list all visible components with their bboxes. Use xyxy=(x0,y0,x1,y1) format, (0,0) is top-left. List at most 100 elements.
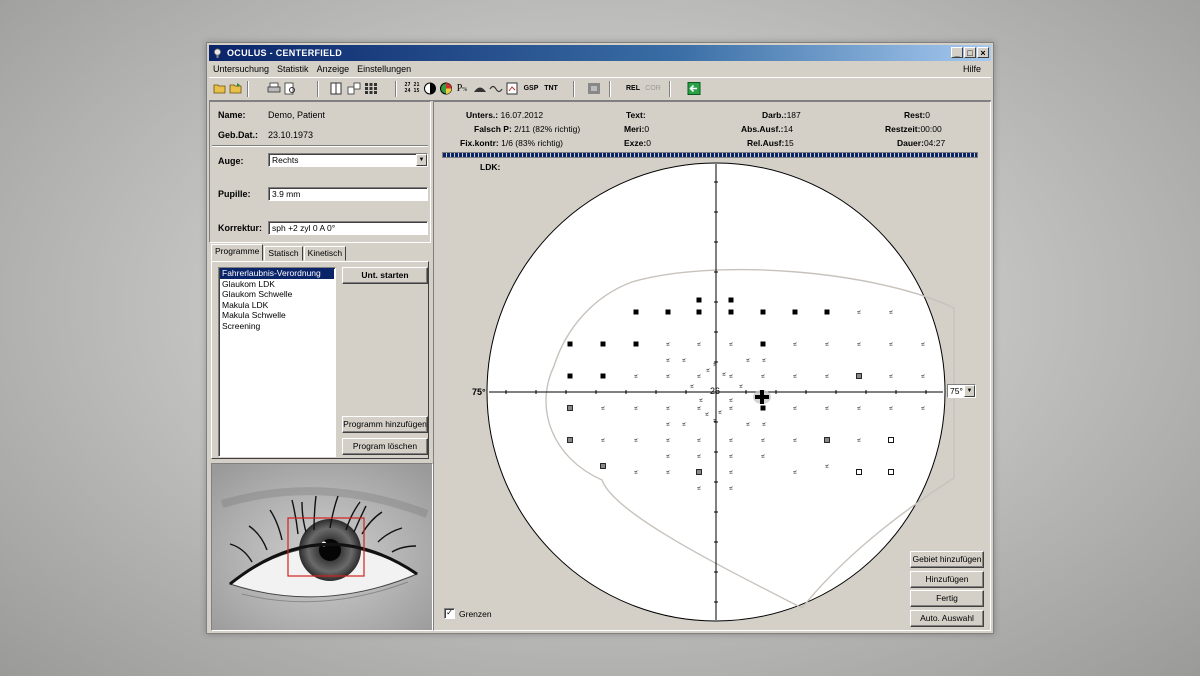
probability-icon[interactable]: P% xyxy=(455,82,469,95)
print-preview-icon[interactable] xyxy=(283,82,297,95)
toolbar-separator xyxy=(573,81,575,97)
grenzen-checkbox[interactable]: ✓ xyxy=(444,608,455,619)
gsp-icon[interactable]: GSP xyxy=(522,82,540,95)
minimize-button[interactable]: _ xyxy=(951,47,963,58)
range-select[interactable]: 75° ▼ xyxy=(947,384,976,398)
absolute-defect-marker xyxy=(760,309,766,315)
grenzen-label: Grenzen xyxy=(459,608,492,619)
absolute-defect-marker xyxy=(633,309,639,315)
list-item[interactable]: Makula LDK xyxy=(220,300,334,311)
cor-icon[interactable]: COR xyxy=(645,82,661,95)
tab-kinetisch[interactable]: Kinetisch xyxy=(303,246,347,261)
add-button[interactable]: Hinzufügen xyxy=(910,571,984,588)
menu-untersuchung[interactable]: Untersuchung xyxy=(213,64,269,74)
text-label: Text: xyxy=(626,110,646,120)
add-area-button[interactable]: Gebiet hinzufügen xyxy=(910,551,984,568)
correction-field[interactable]: sph +2 zyl 0 A 0° xyxy=(268,221,428,235)
fix-label: Fix.kontr: xyxy=(460,138,499,148)
relative-defect-marker xyxy=(824,437,830,443)
program-tabs: Programme Statisch Kinetisch xyxy=(211,244,347,261)
rel-icon[interactable]: REL xyxy=(625,82,641,95)
chevron-down-icon[interactable]: ▼ xyxy=(964,385,975,397)
title-bar[interactable]: OCULUS - CENTERFIELD _ □ × xyxy=(209,45,991,61)
abs-value: 14 xyxy=(783,124,793,134)
absolute-defect-marker xyxy=(665,309,671,315)
abs-label: Abs.Ausf.: xyxy=(741,124,784,134)
exze-label: Exze: xyxy=(624,138,647,148)
absolute-defect-marker xyxy=(696,309,702,315)
program-list[interactable]: Fahrerlaubnis-Verordnung Glaukom LDK Gla… xyxy=(218,267,336,457)
tab-statisch[interactable]: Statisch xyxy=(264,246,303,261)
eye-select[interactable]: Rechts ▼ xyxy=(268,153,428,167)
save-folder-icon[interactable] xyxy=(229,82,243,95)
open-folder-icon[interactable] xyxy=(213,82,227,95)
close-button[interactable]: × xyxy=(977,47,989,58)
eye-label: Auge: xyxy=(218,156,244,166)
tab-programme[interactable]: Programme xyxy=(211,244,264,261)
done-button[interactable]: Fertig xyxy=(910,590,984,607)
grid-view-icon[interactable] xyxy=(364,82,378,95)
dob-label: Geb.Dat.: xyxy=(218,130,259,140)
hill-icon[interactable] xyxy=(473,82,487,95)
grenzen-checkbox-row[interactable]: ✓ Grenzen xyxy=(444,608,492,619)
multi-view-icon[interactable] xyxy=(347,82,361,95)
eye-camera-view xyxy=(211,463,433,631)
unters-label: Unters.: xyxy=(466,110,499,120)
toolbar-separator xyxy=(609,81,611,97)
app-window: OCULUS - CENTERFIELD _ □ × Untersuchung S… xyxy=(206,42,994,634)
exam-stats: Unters.: 16.07.2012 Falsch P: 2/11 (82% … xyxy=(434,106,990,148)
report-icon[interactable] xyxy=(505,82,519,95)
absolute-defect-marker xyxy=(792,309,798,315)
toolbar-separator xyxy=(317,81,319,97)
stack-icon[interactable] xyxy=(587,82,601,95)
toolbar-separator xyxy=(395,81,397,97)
darb-value: 187 xyxy=(786,110,801,120)
toolbar-separator xyxy=(669,81,671,97)
list-item[interactable]: Glaukom Schwelle xyxy=(220,289,334,300)
list-item[interactable]: Fahrerlaubnis-Verordnung xyxy=(220,268,334,279)
start-exam-button[interactable]: Unt. starten xyxy=(342,267,428,284)
menu-einstellungen[interactable]: Einstellungen xyxy=(357,64,411,74)
rest-label: Rest: xyxy=(904,110,926,120)
falsch-value: 2/11 (82% richtig) xyxy=(514,124,581,134)
dauer-label: Dauer: xyxy=(897,138,924,148)
menu-anzeige[interactable]: Anzeige xyxy=(317,64,350,74)
pupil-field[interactable]: 3.9 mm xyxy=(268,187,428,201)
list-item[interactable]: Screening xyxy=(220,321,334,332)
meri-label: Meri: xyxy=(624,124,645,134)
menu-statistik[interactable]: Statistik xyxy=(277,64,309,74)
absolute-defect-marker xyxy=(760,405,766,411)
app-logo-icon xyxy=(213,48,222,58)
open-marker xyxy=(888,469,894,475)
window-title: OCULUS - CENTERFIELD xyxy=(227,48,342,58)
darb-label: Darb.: xyxy=(762,110,787,120)
auto-select-button[interactable]: Auto. Auswahl xyxy=(910,610,984,627)
absolute-defect-marker xyxy=(728,297,734,303)
curve-icon[interactable] xyxy=(489,82,503,95)
maximize-button[interactable]: □ xyxy=(964,47,976,58)
tnt-icon[interactable]: TNT xyxy=(542,82,560,95)
color-map-icon[interactable] xyxy=(439,82,453,95)
menu-hilfe[interactable]: Hilfe xyxy=(963,62,981,76)
open-marker xyxy=(888,437,894,443)
list-item[interactable]: Glaukom LDK xyxy=(220,279,334,290)
visual-field-plot[interactable]: 75° 26 xyxy=(454,158,984,628)
name-label: Name: xyxy=(218,110,246,120)
rel-label: Rel.Ausf: xyxy=(747,138,785,148)
greyscale-icon[interactable] xyxy=(423,82,437,95)
delete-program-button[interactable]: Program löschen xyxy=(342,438,428,455)
range-value: 75° xyxy=(950,386,963,396)
exit-icon[interactable] xyxy=(687,82,701,95)
list-item[interactable]: Makula Schwelle xyxy=(220,310,334,321)
add-program-button[interactable]: Programm hinzufügen xyxy=(342,416,428,433)
print-icon[interactable] xyxy=(267,82,281,95)
fix-value: 1/6 (83% richtig) xyxy=(501,138,563,148)
toolbar: 27 21 24 15 P% GSP TNT REL COR xyxy=(209,77,991,101)
restzeit-value: 00:00 xyxy=(920,124,942,134)
numeric-view-icon[interactable]: 27 21 24 15 xyxy=(404,82,420,95)
absolute-defect-marker xyxy=(600,341,606,347)
left-pane: Name: Demo, Patient Geb.Dat.: 23.10.1973… xyxy=(209,101,433,631)
chevron-down-icon[interactable]: ▼ xyxy=(416,154,427,166)
relative-defect-marker xyxy=(567,437,573,443)
single-view-icon[interactable] xyxy=(329,82,343,95)
